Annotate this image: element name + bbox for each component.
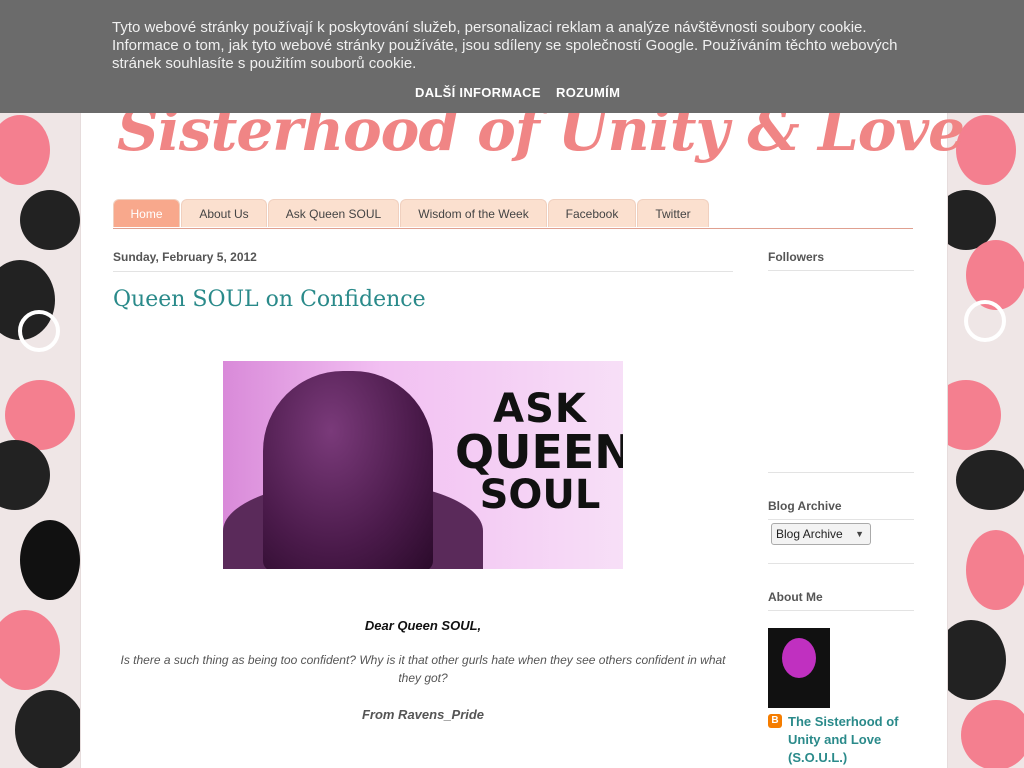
nav-tabs: Home About Us Ask Queen SOUL Wisdom of t… xyxy=(113,199,913,229)
tab-twitter[interactable]: Twitter xyxy=(637,199,709,227)
tab-wisdom-of-the-week[interactable]: Wisdom of the Week xyxy=(400,199,547,227)
post-question: Is there a such thing as being too confi… xyxy=(120,653,726,685)
ask-queen-soul-image[interactable]: ASK QUEEN SOUL xyxy=(223,361,623,569)
tab-ask-queen-soul[interactable]: Ask Queen SOUL xyxy=(268,199,399,227)
tab-home[interactable]: Home xyxy=(113,199,180,227)
sidebar: Followers Blog Archive Blog Archive ▼ Ab… xyxy=(768,250,914,765)
tab-about-us[interactable]: About Us xyxy=(181,199,267,227)
more-info-button[interactable]: DALŠÍ INFORMACE xyxy=(415,85,541,100)
tab-facebook[interactable]: Facebook xyxy=(548,199,636,227)
about-me-heading: About Me xyxy=(768,590,914,611)
blog-archive-select-value: Blog Archive xyxy=(776,527,843,541)
blogger-icon: B xyxy=(768,714,782,728)
image-text-queen: QUEEN xyxy=(455,425,623,479)
image-caption: ASK QUEEN SOUL xyxy=(455,389,623,515)
post-date: Sunday, February 5, 2012 xyxy=(113,250,733,272)
blog-archive-select[interactable]: Blog Archive ▼ xyxy=(771,523,871,545)
post-title[interactable]: Queen SOUL on Confidence xyxy=(113,287,426,312)
archive-divider xyxy=(768,563,914,564)
image-text-soul: SOUL xyxy=(479,472,601,518)
post-body: Dear Queen SOUL, Is there a such thing a… xyxy=(113,618,733,722)
chevron-down-icon: ▼ xyxy=(855,529,864,539)
figure-head-shape xyxy=(263,371,433,569)
accept-cookies-button[interactable]: ROZUMÍM xyxy=(556,85,620,100)
cookie-consent-bar: Tyto webové stránky používají k poskytov… xyxy=(0,0,1024,113)
post-signoff: From Ravens_Pride xyxy=(361,707,485,722)
profile-name-link[interactable]: The Sisterhood of Unity and Love (S.O.U.… xyxy=(788,713,908,767)
followers-heading: Followers xyxy=(768,250,914,271)
post-salutation: Dear Queen SOUL, xyxy=(364,618,482,633)
cookie-notice-text: Tyto webové stránky používají k poskytov… xyxy=(112,19,898,72)
profile-avatar[interactable] xyxy=(768,628,830,708)
followers-divider xyxy=(768,472,914,473)
left-decorative-pattern xyxy=(0,0,80,768)
blog-archive-heading: Blog Archive xyxy=(768,499,914,520)
blog-page: Sisterhood of Unity & Love Home About Us… xyxy=(80,0,965,768)
image-text-ask: ASK xyxy=(493,386,587,432)
profile-avatar-figure xyxy=(782,638,816,678)
